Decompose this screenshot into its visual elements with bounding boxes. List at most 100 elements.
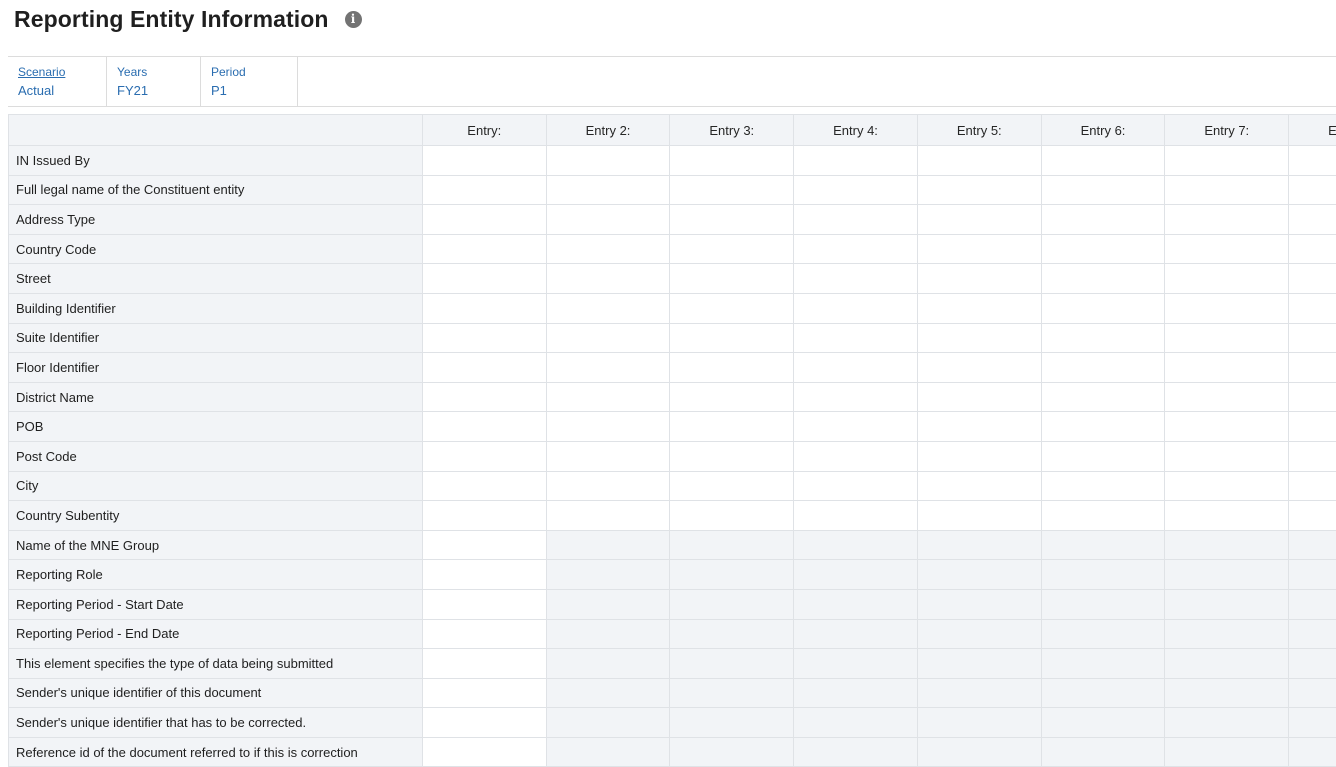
input-cell[interactable] [793,381,918,413]
input-cell[interactable] [545,145,671,176]
input-cell[interactable] [545,292,671,324]
input-cell[interactable] [1040,411,1166,442]
input-cell[interactable] [1288,204,1336,235]
input-cell[interactable] [421,411,547,442]
input-cell[interactable] [669,440,795,472]
input-cell[interactable] [1288,440,1336,472]
input-cell[interactable] [421,618,547,650]
input-cell[interactable] [1164,352,1290,383]
input-cell[interactable] [421,263,547,294]
input-cell[interactable] [1288,500,1336,531]
input-cell[interactable] [1288,174,1336,206]
input-cell[interactable] [916,233,1042,265]
input-cell[interactable] [669,292,795,324]
input-cell[interactable] [545,263,671,294]
input-cell[interactable] [421,559,547,590]
input-cell[interactable] [421,470,547,502]
input-cell[interactable] [669,322,795,354]
input-cell[interactable] [1288,470,1336,502]
input-cell[interactable] [916,174,1042,206]
input-cell[interactable] [793,263,918,294]
input-cell[interactable] [916,411,1042,442]
input-cell[interactable] [669,381,795,413]
input-cell[interactable] [1288,352,1336,383]
input-cell[interactable] [916,263,1042,294]
pov-item-years[interactable]: Years FY21 [107,57,201,106]
input-cell[interactable] [421,145,547,176]
input-cell[interactable] [669,500,795,531]
input-cell[interactable] [421,677,547,709]
input-cell[interactable] [916,470,1042,502]
input-cell[interactable] [916,500,1042,531]
input-cell[interactable] [421,174,547,206]
input-cell[interactable] [1040,174,1166,206]
input-cell[interactable] [545,381,671,413]
input-cell[interactable] [421,352,547,383]
input-cell[interactable] [669,204,795,235]
input-cell[interactable] [545,470,671,502]
input-cell[interactable] [793,440,918,472]
input-cell[interactable] [669,352,795,383]
input-cell[interactable] [669,470,795,502]
input-cell[interactable] [421,381,547,413]
input-cell[interactable] [1040,292,1166,324]
input-cell[interactable] [421,648,547,679]
input-cell[interactable] [421,529,547,561]
input-cell[interactable] [916,440,1042,472]
input-cell[interactable] [1288,292,1336,324]
input-cell[interactable] [1164,145,1290,176]
input-cell[interactable] [1288,233,1336,265]
input-cell[interactable] [1040,322,1166,354]
input-cell[interactable] [916,204,1042,235]
input-cell[interactable] [421,500,547,531]
input-cell[interactable] [421,292,547,324]
input-cell[interactable] [1164,263,1290,294]
input-cell[interactable] [793,411,918,442]
input-cell[interactable] [421,707,547,738]
input-cell[interactable] [916,322,1042,354]
input-cell[interactable] [669,233,795,265]
input-cell[interactable] [793,470,918,502]
input-cell[interactable] [1164,411,1290,442]
input-cell[interactable] [669,174,795,206]
input-cell[interactable] [916,145,1042,176]
input-cell[interactable] [1040,263,1166,294]
input-cell[interactable] [1164,322,1290,354]
input-cell[interactable] [1164,440,1290,472]
input-cell[interactable] [421,204,547,235]
input-cell[interactable] [793,500,918,531]
input-cell[interactable] [793,292,918,324]
input-cell[interactable] [545,411,671,442]
input-cell[interactable] [1040,470,1166,502]
input-cell[interactable] [1288,381,1336,413]
input-cell[interactable] [545,174,671,206]
input-cell[interactable] [545,500,671,531]
input-cell[interactable] [1164,174,1290,206]
input-cell[interactable] [545,322,671,354]
input-cell[interactable] [1288,411,1336,442]
input-cell[interactable] [1040,440,1166,472]
input-cell[interactable] [421,588,547,620]
input-cell[interactable] [1164,292,1290,324]
info-icon[interactable]: i [344,10,362,28]
pov-item-period[interactable]: Period P1 [201,57,298,106]
input-cell[interactable] [1040,145,1166,176]
input-cell[interactable] [793,233,918,265]
input-cell[interactable] [1164,381,1290,413]
input-cell[interactable] [1040,352,1166,383]
input-cell[interactable] [669,263,795,294]
input-cell[interactable] [545,352,671,383]
input-cell[interactable] [421,322,547,354]
input-cell[interactable] [916,292,1042,324]
input-cell[interactable] [793,322,918,354]
input-cell[interactable] [669,145,795,176]
input-cell[interactable] [545,204,671,235]
input-cell[interactable] [1288,263,1336,294]
input-cell[interactable] [1040,381,1166,413]
input-cell[interactable] [1164,500,1290,531]
pov-label-scenario[interactable]: Scenario [18,65,106,80]
input-cell[interactable] [545,440,671,472]
input-cell[interactable] [1164,470,1290,502]
input-cell[interactable] [916,381,1042,413]
input-cell[interactable] [1164,233,1290,265]
